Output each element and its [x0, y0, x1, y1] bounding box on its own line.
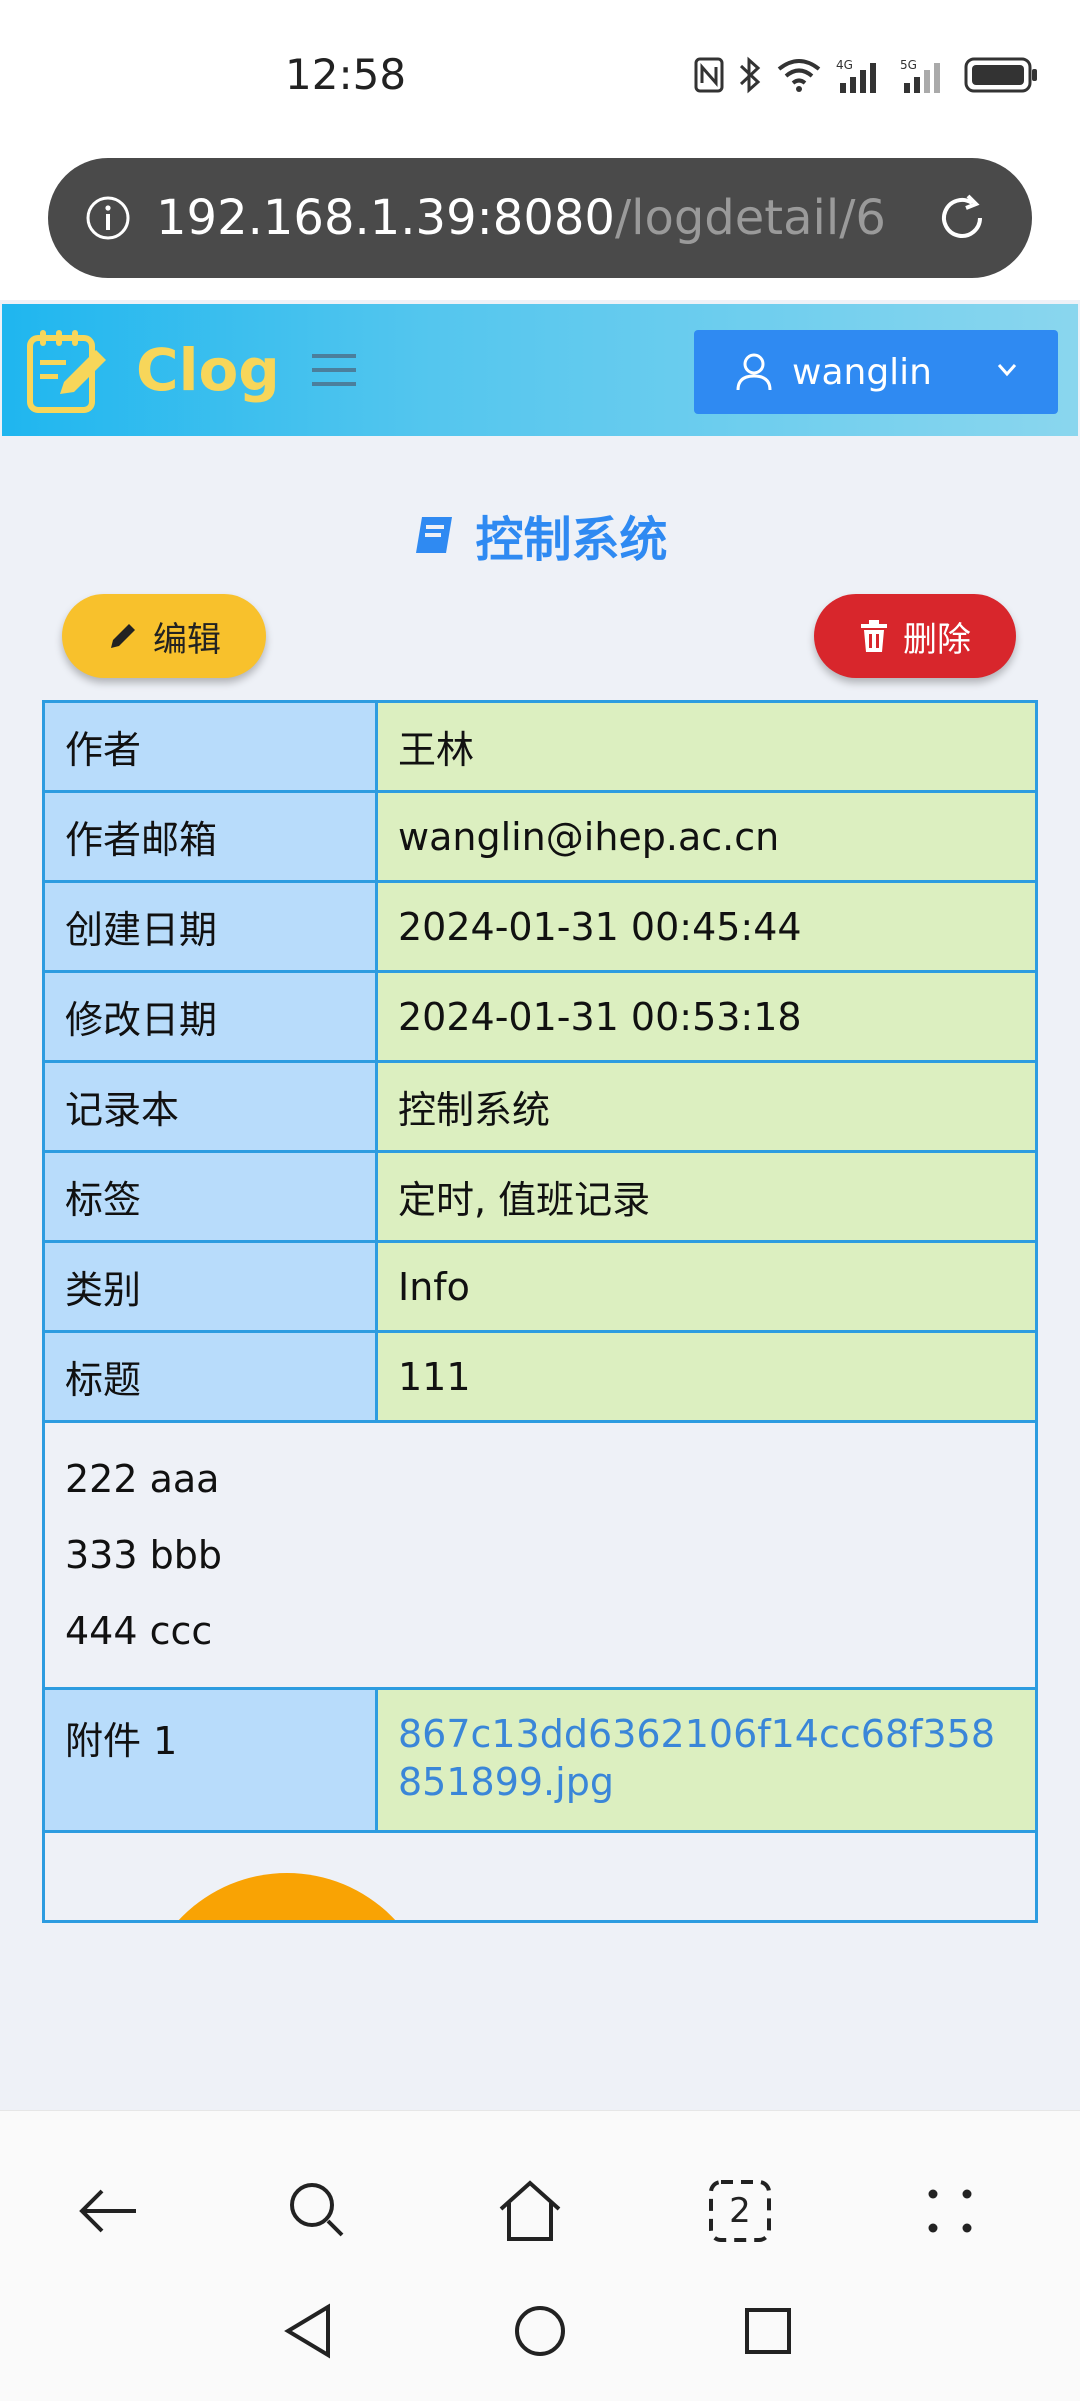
- attachment-image-cell: [42, 1830, 1038, 1923]
- tabs-button[interactable]: 2: [690, 2161, 790, 2261]
- row-author-email: 作者邮箱 wanglin@ihep.ac.cn: [42, 790, 1038, 883]
- body-line: 222 aaa: [65, 1457, 220, 1501]
- system-nav-row: [0, 2291, 1080, 2381]
- attachment-image[interactable]: [65, 1853, 525, 1922]
- author-email-key: 作者邮箱: [42, 790, 378, 883]
- row-author: 作者 王林: [42, 700, 1038, 793]
- bluetooth-icon: [739, 56, 761, 94]
- row-category: 类别 Info: [42, 1240, 1038, 1333]
- book-icon: [416, 517, 453, 553]
- row-tags: 标签 定时, 值班记录: [42, 1150, 1038, 1243]
- logbook-key: 记录本: [42, 1060, 378, 1153]
- row-created-date: 创建日期 2024-01-31 00:45:44: [42, 880, 1038, 973]
- system-recents-button[interactable]: [728, 2291, 808, 2371]
- delete-button[interactable]: 删除: [814, 594, 1016, 678]
- logbook-value: 控制系统: [375, 1060, 1038, 1153]
- log-detail-table: 作者 王林 作者邮箱 wanglin@ihep.ac.cn 创建日期 2024-…: [42, 700, 1038, 1923]
- reload-icon[interactable]: [932, 188, 992, 248]
- chevron-down-icon: [997, 364, 1017, 377]
- edit-button[interactable]: 编辑: [62, 594, 266, 678]
- circle-home-icon: [515, 2306, 565, 2356]
- back-arrow-icon: [79, 2189, 136, 2233]
- user-dropdown-button[interactable]: wanglin: [694, 330, 1058, 414]
- row-attachment: 附件 1 867c13dd6362106f14cc68f358851899.jp…: [42, 1687, 1038, 1833]
- row-title: 标题 111: [42, 1330, 1038, 1423]
- system-back-button[interactable]: [268, 2291, 348, 2371]
- attachment-value: 867c13dd6362106f14cc68f358851899.jpg: [375, 1687, 1038, 1833]
- status-time: 12:58: [285, 50, 407, 99]
- row-logbook: 记录本 控制系统: [42, 1060, 1038, 1153]
- address-bar[interactable]: 192.168.1.39:8080/logdetail/647e: [48, 158, 1032, 278]
- attachment-key: 附件 1: [42, 1687, 378, 1833]
- edit-button-label: 编辑: [153, 619, 221, 660]
- author-value: 王林: [375, 700, 1038, 793]
- back-button[interactable]: [58, 2161, 158, 2261]
- title-key: 标题: [42, 1330, 378, 1423]
- row-modified-date: 修改日期 2024-01-31 00:53:18: [42, 970, 1038, 1063]
- app-navbar: Clog wanglin: [2, 304, 1078, 436]
- hamburger-menu-icon[interactable]: [312, 350, 356, 390]
- signal-5g-icon: 5G: [900, 58, 940, 93]
- row-body: 222 aaa 333 bbb 444 ccc: [42, 1420, 1038, 1690]
- delete-button-label: 删除: [903, 619, 971, 660]
- bottom-toolbar: 2: [0, 2110, 1080, 2401]
- tags-value: 定时, 值班记录: [375, 1150, 1038, 1243]
- url-host: 192.168.1.39:8080: [156, 190, 615, 246]
- home-icon: [499, 2180, 561, 2241]
- category-key: 类别: [42, 1240, 378, 1333]
- trash-icon: [861, 620, 887, 652]
- body-line: 333 bbb: [65, 1533, 222, 1577]
- wifi-icon: [777, 59, 821, 92]
- page-content: Clog wanglin 控制系统 编辑 删除 作者 王林 作者邮箱 wangl…: [0, 300, 1080, 2110]
- title-value: 111: [375, 1330, 1038, 1423]
- nfc-icon: [694, 57, 724, 93]
- svg-text:4G: 4G: [836, 58, 853, 72]
- category-value: Info: [375, 1240, 1038, 1333]
- pencil-icon: [111, 624, 135, 648]
- status-bar: 12:58 4G 5G: [0, 0, 1080, 150]
- user-icon: [736, 353, 772, 391]
- svg-text:5G: 5G: [900, 58, 917, 72]
- url-path: /logdetail/647e: [614, 190, 886, 246]
- search-button[interactable]: [268, 2161, 368, 2261]
- author-email-value: wanglin@ihep.ac.cn: [375, 790, 1038, 883]
- log-title-text: 控制系统: [475, 512, 668, 568]
- triangle-back-icon: [284, 2303, 330, 2359]
- url-text[interactable]: 192.168.1.39:8080/logdetail/647e: [156, 190, 886, 246]
- author-key: 作者: [42, 700, 378, 793]
- info-icon[interactable]: [84, 194, 132, 242]
- battery-icon: [964, 57, 1037, 93]
- row-attachment-image: [42, 1830, 1038, 1923]
- status-icons: 4G 5G: [694, 56, 1040, 94]
- signal-4g-icon: 4G: [836, 58, 876, 93]
- more-dots-icon: [928, 2189, 972, 2233]
- tab-count: 2: [729, 2191, 751, 2231]
- menu-button[interactable]: [900, 2161, 1000, 2261]
- search-icon: [290, 2183, 344, 2237]
- modified-date-value: 2024-01-31 00:53:18: [375, 970, 1038, 1063]
- log-body: 222 aaa 333 bbb 444 ccc: [42, 1420, 1038, 1690]
- logo-icon[interactable]: [24, 326, 108, 416]
- body-line: 444 ccc: [65, 1609, 213, 1653]
- created-date-key: 创建日期: [42, 880, 378, 973]
- user-name: wanglin: [792, 351, 932, 393]
- log-title: 控制系统: [0, 500, 1080, 570]
- system-home-button[interactable]: [500, 2291, 580, 2371]
- attachment-link[interactable]: 867c13dd6362106f14cc68f358851899.jpg: [398, 1712, 995, 1804]
- square-recents-icon: [745, 2308, 791, 2354]
- modified-date-key: 修改日期: [42, 970, 378, 1063]
- brand-name[interactable]: Clog: [136, 336, 280, 404]
- browser-nav-row: 2: [0, 2161, 1080, 2261]
- home-button[interactable]: [480, 2161, 580, 2261]
- created-date-value: 2024-01-31 00:45:44: [375, 880, 1038, 973]
- tags-key: 标签: [42, 1150, 378, 1243]
